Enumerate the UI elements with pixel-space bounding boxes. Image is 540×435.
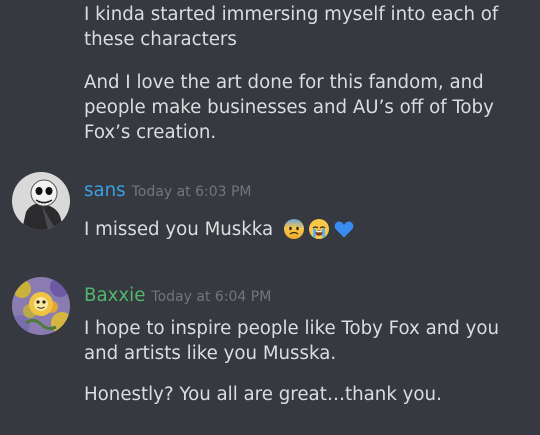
chat-message-list: I kinda started immersing myself into ea…	[0, 0, 540, 435]
message-text: Honestly? You all are great…thank you.	[84, 384, 442, 405]
message-text: And I love the art done for this fandom,…	[84, 72, 494, 143]
message-text-line: I missed you Muskka	[84, 217, 524, 242]
skeleton-avatar	[12, 172, 70, 230]
crying-face-emoji	[308, 219, 329, 239]
message-header: Baxxie Today at 6:04 PM	[84, 285, 271, 306]
username[interactable]: sans	[84, 180, 126, 201]
avatar[interactable]	[12, 172, 70, 230]
username[interactable]: Baxxie	[84, 285, 145, 306]
avatar[interactable]	[12, 277, 70, 335]
anxious-sweat-face-emoji	[283, 219, 304, 239]
emoji-group	[283, 218, 358, 240]
blue-heart-emoji	[334, 221, 354, 238]
timestamp: Today at 6:04 PM	[151, 289, 272, 305]
flower-avatar	[12, 277, 70, 335]
message-text: I hope to inspire people like Toby Fox a…	[84, 318, 500, 364]
message-text: I kinda started immersing myself into ea…	[84, 4, 499, 50]
message-text: I missed you Muskka	[84, 219, 274, 240]
message-header: sans Today at 6:03 PM	[84, 180, 252, 201]
timestamp: Today at 6:03 PM	[131, 184, 252, 200]
